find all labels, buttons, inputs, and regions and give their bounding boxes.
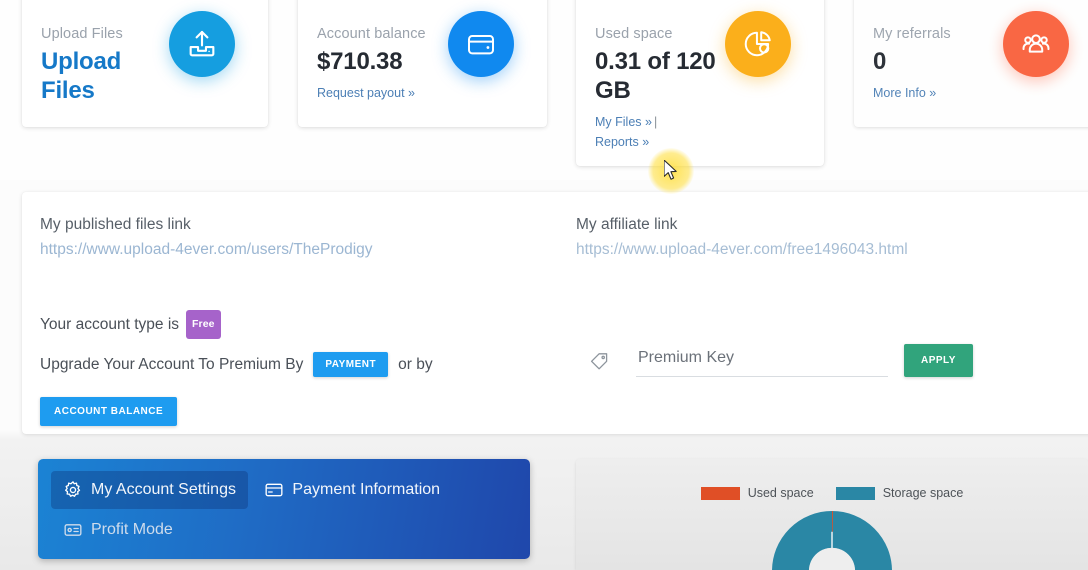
premium-key-input[interactable]: [636, 344, 888, 377]
tab-label: My Account Settings: [91, 481, 236, 498]
upgrade-suffix-label: or by: [398, 355, 433, 373]
card-used-space[interactable]: Used space 0.31 of 120 GB My Files » | Re…: [576, 0, 824, 166]
apply-button[interactable]: APPLY: [904, 344, 973, 377]
storage-donut-chart[interactable]: [728, 511, 936, 570]
status-badge: Free: [186, 310, 221, 339]
reports-link[interactable]: Reports »: [595, 135, 649, 149]
tag-icon: [588, 349, 612, 373]
legend-label: Used space: [747, 486, 814, 500]
card-value: 0.31 of 120 GB: [595, 48, 716, 104]
storage-chart-panel: Used space Storage space: [576, 459, 1088, 570]
account-info-panel: My published files link https://www.uplo…: [22, 192, 1088, 434]
more-info-link[interactable]: More Info »: [873, 86, 936, 100]
users-icon[interactable]: [1003, 11, 1069, 77]
tab-profit-mode[interactable]: Profit Mode: [51, 511, 185, 549]
published-files-column: My published files link https://www.uplo…: [40, 212, 560, 426]
gear-icon: [63, 480, 83, 500]
card-upload-files[interactable]: Upload Files Upload Files: [22, 0, 268, 127]
account-type-row: Your account type is Free: [40, 310, 560, 339]
legend-label: Storage space: [882, 486, 964, 500]
link-separator: |: [653, 115, 658, 129]
tab-my-account-settings[interactable]: My Account Settings: [51, 471, 248, 509]
account-type-label: Your account type is: [40, 315, 180, 333]
chart-legend: Used space Storage space: [576, 486, 1088, 500]
tab-label: Payment Information: [292, 481, 441, 498]
published-files-title: My published files link: [40, 216, 191, 233]
premium-key-row: APPLY: [588, 344, 973, 377]
card-links: Request payout »: [317, 83, 547, 103]
tab-payment-information[interactable]: Payment Information: [252, 471, 452, 509]
card-links: My Files » | Reports »: [595, 112, 824, 152]
legend-item-used-space[interactable]: Used space: [700, 486, 814, 500]
settings-tabs-panel: My Account Settings Payment Information: [38, 459, 530, 559]
legend-swatch-storage-space: [835, 486, 875, 500]
tab-label: Profit Mode: [91, 521, 173, 538]
payment-button[interactable]: PAYMENT: [313, 352, 389, 377]
affiliate-link-url[interactable]: https://www.upload-4ever.com/free1496043…: [576, 237, 1088, 262]
my-files-link[interactable]: My Files »: [595, 115, 652, 129]
affiliate-column: My affiliate link https://www.upload-4ev…: [576, 212, 1088, 377]
legend-item-storage-space[interactable]: Storage space: [835, 486, 964, 500]
wallet-icon[interactable]: [448, 11, 514, 77]
card-links: More Info »: [873, 83, 1088, 103]
account-balance-button[interactable]: ACCOUNT BALANCE: [40, 397, 178, 426]
request-payout-link[interactable]: Request payout »: [317, 86, 415, 100]
upgrade-row: Upgrade Your Account To Premium By PAYME…: [40, 352, 560, 377]
card-id-icon: [63, 520, 83, 540]
card-my-referrals[interactable]: My referrals 0 More Info »: [854, 0, 1088, 127]
affiliate-link-title: My affiliate link: [576, 216, 678, 233]
published-files-url[interactable]: https://www.upload-4ever.com/users/ThePr…: [40, 237, 560, 262]
settings-tabs-row-2: Profit Mode: [51, 511, 517, 549]
upload-icon[interactable]: [169, 11, 235, 77]
card-value: Upload Files: [41, 48, 122, 104]
settings-tabs-row-1: My Account Settings Payment Information: [51, 471, 517, 509]
card-account-balance[interactable]: Account balance $710.38 Request payout »: [298, 0, 547, 127]
upgrade-label: Upgrade Your Account To Premium By: [40, 355, 304, 373]
pie-chart-icon[interactable]: [725, 11, 791, 77]
legend-swatch-used-space: [700, 486, 740, 500]
credit-card-icon: [264, 480, 284, 500]
